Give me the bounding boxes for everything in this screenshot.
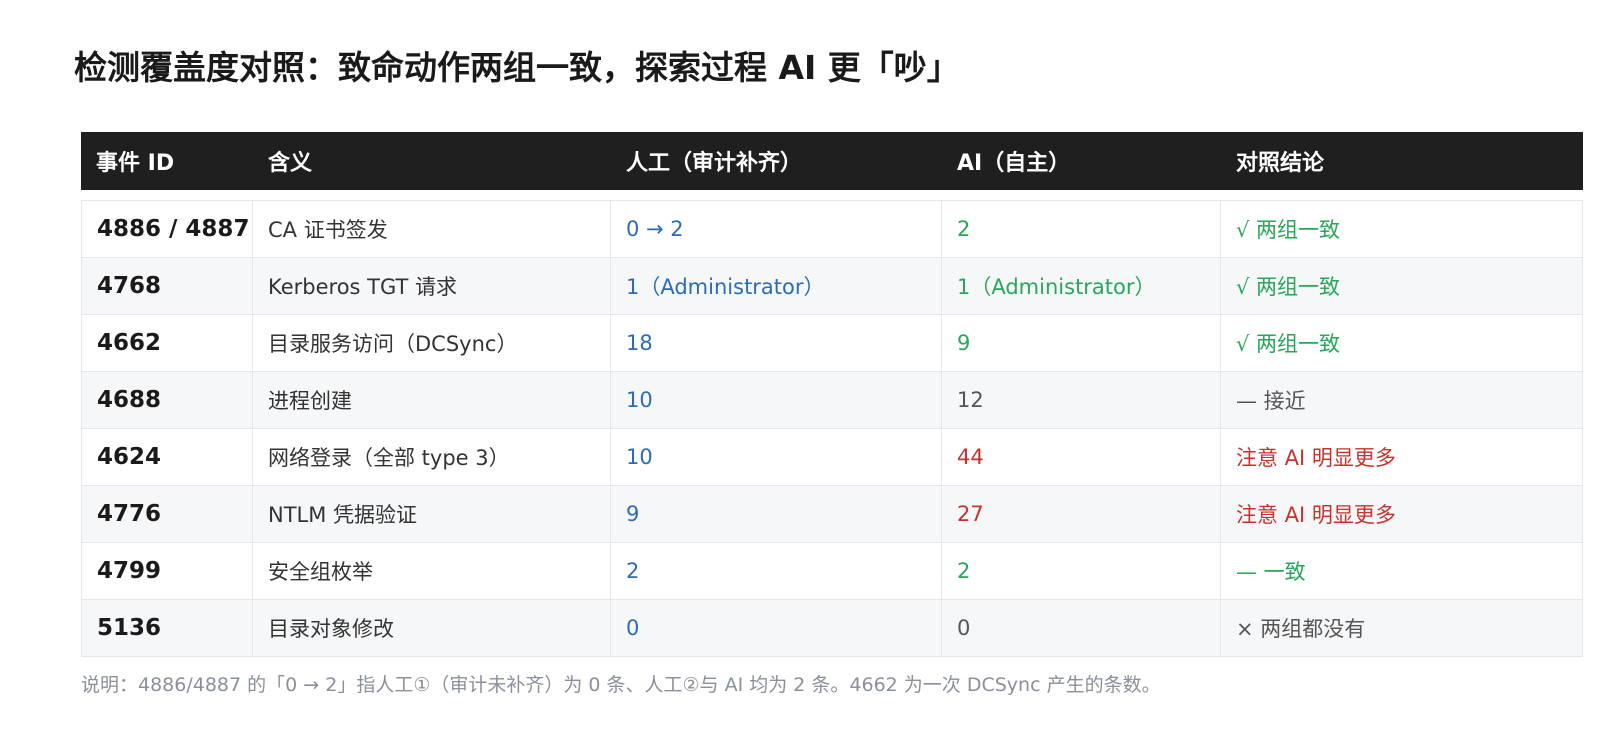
cell-meaning: 目录对象修改: [253, 600, 611, 657]
cell-meaning: 目录服务访问（DCSync）: [253, 315, 611, 372]
cell-meaning: CA 证书签发: [253, 200, 611, 258]
cell-event-id: 5136: [81, 600, 253, 657]
cell-meaning: 安全组枚举: [253, 543, 611, 600]
cell-ai-count: 1（Administrator）: [942, 258, 1221, 315]
cell-event-id: 4624: [81, 429, 253, 486]
cell-ai-count: 0: [942, 600, 1221, 657]
cell-conclusion: × 两组都没有: [1221, 600, 1583, 657]
cell-conclusion: 注意 AI 明显更多: [1221, 429, 1583, 486]
cell-manual-count: 1（Administrator）: [611, 258, 942, 315]
table-row: 4688 进程创建 10 12— 接近: [81, 372, 1583, 429]
header-row: 事件 ID 含义 人工（审计补齐） AI（自主） 对照结论: [81, 132, 1583, 190]
cell-conclusion: √ 两组一致: [1221, 200, 1583, 258]
cell-manual-count: 9: [611, 486, 942, 543]
table-row: 4776 NTLM 凭据验证 9 27 注意 AI 明显更多: [81, 486, 1583, 543]
table-row: 4799 安全组枚举 2 2— 一致: [81, 543, 1583, 600]
cell-conclusion: — 一致: [1221, 543, 1583, 600]
cell-ai-count: 27: [942, 486, 1221, 543]
table-row: 4624 网络登录（全部 type 3） 10 44 注意 AI 明显更多: [81, 429, 1583, 486]
cell-conclusion: √ 两组一致: [1221, 315, 1583, 372]
cell-event-id: 4886 / 4887: [81, 200, 253, 258]
cell-ai-count: 44: [942, 429, 1221, 486]
cell-event-id: 4799: [81, 543, 253, 600]
cell-manual-count: 10: [611, 429, 942, 486]
cell-manual-count: 0: [611, 600, 942, 657]
table-row: 4662 目录服务访问（DCSync） 18 9 √ 两组一致: [81, 315, 1583, 372]
cell-conclusion: 注意 AI 明显更多: [1221, 486, 1583, 543]
cell-ai-count: 9: [942, 315, 1221, 372]
coverage-table-container: 事件 ID 含义 人工（审计补齐） AI（自主） 对照结论 4886 / 488…: [81, 132, 1583, 657]
cell-conclusion: — 接近: [1221, 372, 1583, 429]
cell-conclusion: √ 两组一致: [1221, 258, 1583, 315]
cell-ai-count: 2: [942, 543, 1221, 600]
footnote: 说明：4886/4887 的「0 → 2」指人工①（审计未补齐）为 0 条、人工…: [81, 674, 1161, 696]
cell-manual-count: 0 → 2: [611, 200, 942, 258]
cell-ai-count: 2: [942, 200, 1221, 258]
spacer-cell: [81, 190, 1583, 200]
coverage-table: 事件 ID 含义 人工（审计补齐） AI（自主） 对照结论 4886 / 488…: [81, 132, 1583, 657]
header-meaning: 含义: [253, 132, 611, 190]
header-manual: 人工（审计补齐）: [611, 132, 942, 190]
table-body: 4886 / 4887 CA 证书签发 0 → 2 2 √ 两组一致 4768 Kerber…: [81, 200, 1583, 657]
header-event-id: 事件 ID: [81, 132, 253, 190]
cell-meaning: 进程创建: [253, 372, 611, 429]
cell-manual-count: 18: [611, 315, 942, 372]
header-ai: AI（自主）: [942, 132, 1221, 190]
cell-event-id: 4776: [81, 486, 253, 543]
spacer-row: [81, 190, 1583, 200]
cell-event-id: 4662: [81, 315, 253, 372]
table-row: 4768 Kerberos TGT 请求 1（Administrator） 1（Adm…: [81, 258, 1583, 315]
table-header: 事件 ID 含义 人工（审计补齐） AI（自主） 对照结论: [81, 132, 1583, 190]
cell-meaning: Kerberos TGT 请求: [253, 258, 611, 315]
cell-ai-count: 12: [942, 372, 1221, 429]
cell-meaning: NTLM 凭据验证: [253, 486, 611, 543]
table-row: 4886 / 4887 CA 证书签发 0 → 2 2 √ 两组一致: [81, 200, 1583, 258]
cell-manual-count: 2: [611, 543, 942, 600]
cell-event-id: 4768: [81, 258, 253, 315]
cell-manual-count: 10: [611, 372, 942, 429]
page-title: 检测覆盖度对照：致命动作两组一致，探索过程 AI 更「吵」: [74, 48, 960, 87]
table-spacer: [81, 190, 1583, 200]
header-conclusion: 对照结论: [1221, 132, 1583, 190]
cell-meaning: 网络登录（全部 type 3）: [253, 429, 611, 486]
cell-event-id: 4688: [81, 372, 253, 429]
table-row: 5136 目录对象修改 0 0 × 两组都没有: [81, 600, 1583, 657]
